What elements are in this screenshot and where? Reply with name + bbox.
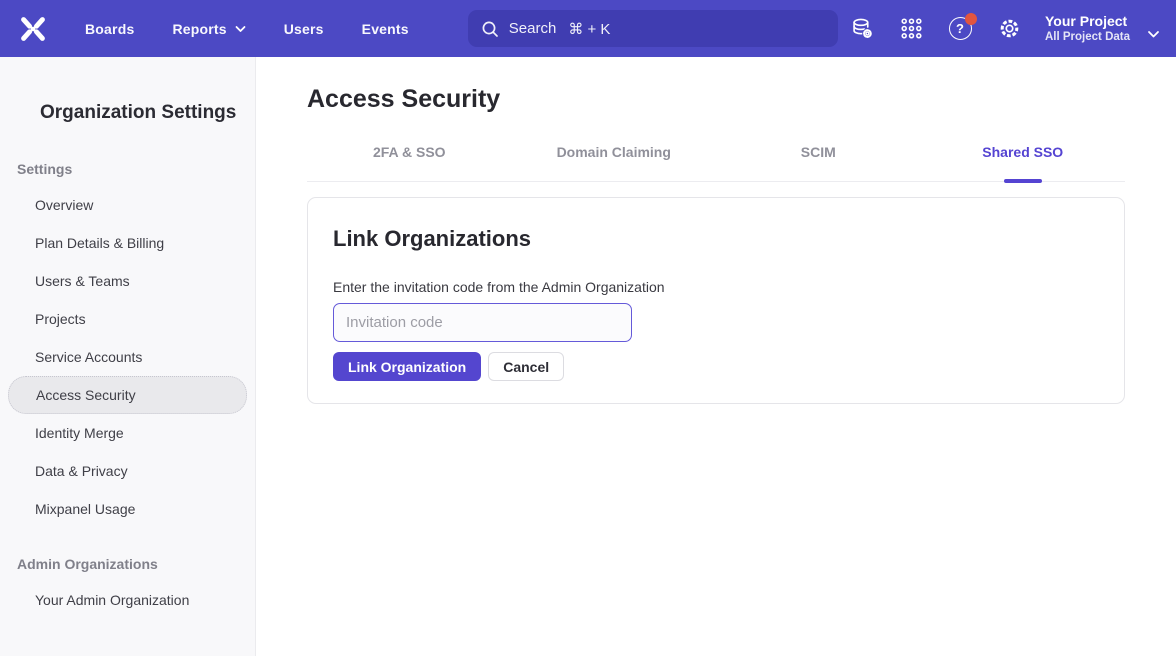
sidebar-item-label: Projects	[35, 311, 86, 327]
data-management-icon[interactable]	[849, 16, 875, 42]
tab-label: Shared SSO	[982, 144, 1063, 160]
nav-link-label: Events	[362, 21, 409, 37]
project-name: Your Project	[1045, 12, 1130, 30]
tab-shared-sso[interactable]: Shared SSO	[921, 144, 1126, 181]
sidebar-item-label: Mixpanel Usage	[35, 501, 135, 517]
page-shell: Organization Settings Settings Overview …	[0, 57, 1176, 656]
sidebar-item-identity-merge[interactable]: Identity Merge	[8, 414, 247, 452]
sidebar-item-label: Access Security	[36, 387, 136, 403]
sidebar-section-settings: Settings	[17, 161, 255, 177]
tab-2fa-sso[interactable]: 2FA & SSO	[307, 144, 512, 181]
sidebar-item-label: Users & Teams	[35, 273, 130, 289]
tab-domain-claiming[interactable]: Domain Claiming	[512, 144, 717, 181]
sidebar-item-label: Overview	[35, 197, 93, 213]
nav-link-label: Reports	[172, 21, 226, 37]
nav-right-actions: ? Your Project All Project Data	[849, 12, 1176, 45]
sidebar-item-mixpanel-usage[interactable]: Mixpanel Usage	[8, 490, 247, 528]
tab-bar: 2FA & SSO Domain Claiming SCIM Shared SS…	[307, 144, 1125, 182]
mixpanel-logo[interactable]	[18, 14, 48, 44]
search-input[interactable]: Search ⌘ + K	[468, 10, 838, 47]
sidebar-item-label: Your Admin Organization	[35, 592, 189, 608]
link-organization-button[interactable]: Link Organization	[333, 352, 481, 381]
project-switcher[interactable]: Your Project All Project Data	[1045, 12, 1130, 45]
link-organizations-card: Link Organizations Enter the invitation …	[307, 197, 1125, 404]
search-placeholder: Search	[509, 20, 557, 37]
sidebar-section-admin-organizations: Admin Organizations	[17, 556, 255, 572]
project-chevron-down-icon[interactable]	[1147, 30, 1160, 39]
cancel-button[interactable]: Cancel	[488, 352, 564, 381]
nav-link-label: Boards	[85, 21, 134, 37]
tab-scim[interactable]: SCIM	[716, 144, 921, 181]
nav-link-users[interactable]: Users	[284, 21, 324, 37]
sidebar-item-your-admin-organization[interactable]: Your Admin Organization	[8, 581, 247, 619]
search-shortcut: ⌘ + K	[568, 20, 610, 38]
sidebar-item-label: Data & Privacy	[35, 463, 128, 479]
sidebar-item-users-teams[interactable]: Users & Teams	[8, 262, 247, 300]
notification-dot	[965, 13, 977, 25]
gear-icon[interactable]	[996, 16, 1022, 42]
main-content: Access Security 2FA & SSO Domain Claimin…	[256, 57, 1176, 656]
tab-label: Domain Claiming	[557, 144, 671, 160]
top-nav: Boards Reports Users Events Search ⌘ + K	[0, 0, 1176, 57]
nav-links: Boards Reports Users Events	[85, 21, 409, 37]
help-icon[interactable]: ?	[947, 16, 973, 42]
apps-grid-icon[interactable]	[898, 16, 924, 42]
project-scope: All Project Data	[1045, 30, 1130, 45]
nav-link-reports[interactable]: Reports	[172, 21, 245, 37]
tab-label: SCIM	[801, 144, 836, 160]
page-title: Access Security	[307, 85, 1176, 114]
card-title: Link Organizations	[333, 226, 1099, 252]
nav-link-label: Users	[284, 21, 324, 37]
invitation-code-description: Enter the invitation code from the Admin…	[333, 279, 1099, 295]
sidebar-item-data-privacy[interactable]: Data & Privacy	[8, 452, 247, 490]
sidebar-item-projects[interactable]: Projects	[8, 300, 247, 338]
sidebar-item-access-security[interactable]: Access Security	[8, 376, 247, 414]
nav-link-events[interactable]: Events	[362, 21, 409, 37]
invitation-code-input[interactable]	[333, 303, 632, 342]
search-icon	[481, 20, 499, 38]
sidebar-item-plan-details-billing[interactable]: Plan Details & Billing	[8, 224, 247, 262]
settings-sidebar: Organization Settings Settings Overview …	[0, 57, 256, 656]
sidebar-item-overview[interactable]: Overview	[8, 186, 247, 224]
tab-label: 2FA & SSO	[373, 144, 446, 160]
chevron-down-icon	[235, 25, 246, 33]
card-actions: Link Organization Cancel	[333, 352, 1099, 381]
sidebar-item-label: Identity Merge	[35, 425, 124, 441]
sidebar-item-label: Service Accounts	[35, 349, 142, 365]
sidebar-item-service-accounts[interactable]: Service Accounts	[8, 338, 247, 376]
sidebar-title: Organization Settings	[40, 102, 255, 124]
nav-link-boards[interactable]: Boards	[85, 21, 134, 37]
sidebar-item-label: Plan Details & Billing	[35, 235, 164, 251]
